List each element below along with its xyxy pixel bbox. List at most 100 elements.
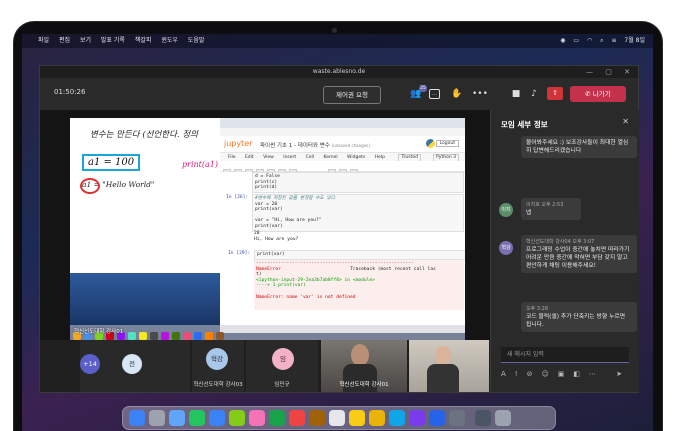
app-store-icon[interactable] xyxy=(429,410,445,426)
message-input[interactable]: 새 메시지 입력 xyxy=(501,347,629,363)
contacts-icon[interactable] xyxy=(309,410,325,426)
chat-message-text: 넵 xyxy=(526,210,532,216)
chat-icon[interactable]: … xyxy=(429,89,440,99)
reminders-icon[interactable] xyxy=(329,410,345,426)
meeting-timer: 01:50:26 xyxy=(54,88,86,96)
jmenu-file[interactable]: File xyxy=(228,155,236,160)
maps-icon[interactable] xyxy=(229,410,245,426)
battery-icon[interactable]: ▭ xyxy=(573,37,579,44)
finder-icon[interactable] xyxy=(129,410,145,426)
gif-icon[interactable]: ▣ xyxy=(558,370,565,378)
mail-icon[interactable] xyxy=(209,410,225,426)
code-line: print(var) xyxy=(255,223,283,229)
participant-tile[interactable]: 혁강 혁신선도대학 강사03 xyxy=(192,340,244,392)
error-title: NameError xyxy=(256,266,281,272)
chat-message: 혁신선도대학 강사04 오후 3:07 프로그래밍 수업이 중간에 놓치면 따라… xyxy=(521,235,637,273)
overflow-avatar[interactable]: +14 xyxy=(80,354,100,374)
microphone-icon[interactable]: ♪ xyxy=(528,88,540,100)
cell-input[interactable]: #변수에 저장된 값을 변경할 수도 있다 var = 20 print(var… xyxy=(252,194,464,232)
jmenu-view[interactable]: View xyxy=(263,155,274,160)
avatar[interactable]: 전 xyxy=(122,354,142,374)
send-icon[interactable]: ➤ xyxy=(616,370,622,378)
chat-message-text: 코드 블럭(셀) 추가 단축키는 방향 누르면 됩니다. xyxy=(526,314,626,328)
python-logo-icon xyxy=(426,139,435,148)
app-icon xyxy=(216,332,224,340)
jmenu-widgets[interactable]: Widgets xyxy=(347,155,365,160)
priority-icon[interactable]: ! xyxy=(515,370,518,378)
camera-icon[interactable]: ■ xyxy=(510,88,522,100)
trash-icon[interactable] xyxy=(495,410,511,426)
more-icon[interactable]: ⋯ xyxy=(589,370,596,378)
notebook-cells: d = False print(c) print(d) In [26]: #변수… xyxy=(220,172,465,333)
jmenu-cell[interactable]: Cell xyxy=(306,155,314,160)
menu-record[interactable]: 발표 기록 xyxy=(101,37,125,44)
slack-icon[interactable] xyxy=(409,410,425,426)
participants-strip: +14 전 혁강 혁신선도대학 강사03 임 임민규 혁신선도대학 강사01 xyxy=(40,340,490,392)
menubar-clock[interactable]: 7월 8일 xyxy=(624,37,645,44)
notes-icon[interactable] xyxy=(349,410,365,426)
jmenu-insert[interactable]: Insert xyxy=(283,155,296,160)
share-screen-button[interactable]: ⇧ xyxy=(547,87,563,100)
app-icon xyxy=(150,332,158,340)
launchpad-icon[interactable] xyxy=(149,410,165,426)
avatar: 임 xyxy=(272,348,294,370)
request-control-button[interactable]: 제어권 요청 xyxy=(323,86,381,104)
leave-button[interactable]: ✆ 나가기 xyxy=(570,86,626,102)
cell-input[interactable]: d = False print(c) print(d) xyxy=(252,172,464,193)
menu-edit[interactable]: 편집 xyxy=(59,37,70,44)
chrome-icon[interactable] xyxy=(369,410,385,426)
format-icon[interactable]: A xyxy=(501,370,506,378)
close-window-button[interactable]: ✕ xyxy=(624,68,630,76)
app-icon xyxy=(161,332,169,340)
jupyter-logo[interactable]: jupyter xyxy=(224,139,252,148)
safari-icon[interactable] xyxy=(169,410,185,426)
participant-overflow-tile[interactable]: +14 전 xyxy=(80,340,190,392)
browser-tabs[interactable] xyxy=(220,118,465,128)
whiteboard-line-3: print(a1) xyxy=(182,160,218,169)
menu-window[interactable]: 윈도우 xyxy=(161,37,178,44)
participants-count-badge: 25 xyxy=(419,85,427,92)
window-titlebar: waste.ablesno.de — ▢ ✕ xyxy=(40,66,638,78)
facetime-icon[interactable] xyxy=(269,410,285,426)
jmenu-kernel[interactable]: Kernel xyxy=(323,155,337,160)
status-icon[interactable]: ◉ xyxy=(560,37,565,44)
messages-icon[interactable] xyxy=(189,410,205,426)
code-line: var = 20 xyxy=(255,201,278,207)
code-line: var = "Hi, How are you?" xyxy=(255,218,322,224)
menu-help[interactable]: 도움말 xyxy=(188,37,205,44)
raise-hand-icon[interactable]: ✋ xyxy=(451,88,463,100)
maximize-button[interactable]: ▢ xyxy=(605,68,612,76)
participant-video[interactable] xyxy=(409,340,489,392)
wifi-icon[interactable]: ◠ xyxy=(587,37,592,44)
vscode-icon[interactable] xyxy=(389,410,405,426)
participant-tile[interactable]: 임 임민규 xyxy=(246,340,318,392)
avatar: 혁강 xyxy=(206,348,228,370)
minimize-button[interactable]: — xyxy=(586,68,593,76)
more-options-icon[interactable]: ••• xyxy=(472,88,488,100)
menu-file[interactable]: 파일 xyxy=(38,37,49,44)
desktop-screen: 파일 편집 보기 발표 기록 책갈피 윈도우 도움말 ◉ ▭ ◠ ⌕ ≡ 7월 … xyxy=(22,34,653,431)
system-preferences-icon[interactable] xyxy=(449,410,465,426)
menu-view[interactable]: 보기 xyxy=(80,37,91,44)
notebook-title[interactable]: 파이썬 기초 1 - 데이터와 변수 (unsaved changes) xyxy=(260,141,370,149)
cell-prompt: In [26]: xyxy=(226,195,249,200)
menu-bookmarks[interactable]: 책갈피 xyxy=(135,37,152,44)
phone-icon: ✆ xyxy=(585,90,591,98)
sticker-icon[interactable]: ◧ xyxy=(573,370,580,378)
cell-input[interactable]: print(var) xyxy=(254,250,465,260)
jmenu-edit[interactable]: Edit xyxy=(245,155,254,160)
cell-error-output: ----------------------------------------… xyxy=(254,260,464,310)
close-icon[interactable]: ✕ xyxy=(622,117,629,126)
chat-meta: 혁신선도대학 강사04 오후 3:07 xyxy=(526,239,595,245)
logout-button[interactable]: Logout xyxy=(435,140,459,147)
downloads-icon[interactable] xyxy=(475,410,491,426)
jmenu-help[interactable]: Help xyxy=(375,155,385,160)
control-center-icon[interactable]: ≡ xyxy=(611,37,616,44)
calendar-icon[interactable] xyxy=(289,410,305,426)
emoji-icon[interactable]: ☺ xyxy=(541,370,548,378)
participant-video[interactable]: 혁신선도대학 강사01 xyxy=(321,340,407,392)
app-icon xyxy=(194,332,202,340)
photos-icon[interactable] xyxy=(249,410,265,426)
search-icon[interactable]: ⌕ xyxy=(600,37,603,44)
attach-icon[interactable]: ⊘ xyxy=(527,370,533,378)
